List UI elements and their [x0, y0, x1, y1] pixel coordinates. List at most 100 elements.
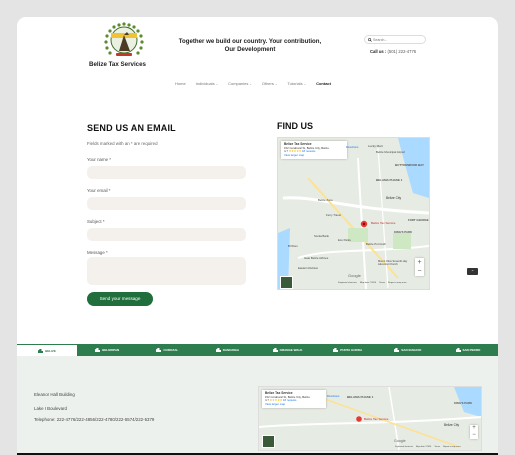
map-place: Eco Parks: [338, 238, 351, 242]
zoom-out-icon[interactable]: −: [470, 432, 478, 439]
map-place: BUTTONWOOD BAY: [395, 163, 425, 167]
nav-individuals[interactable]: Individuals⌄: [196, 81, 218, 86]
map-place: FORT GEORGE: [408, 218, 429, 222]
tab-san-ignacio[interactable]: SAN IGNACIO: [378, 344, 438, 356]
keyboard-shortcuts-link[interactable]: Keyboard shortcuts: [338, 282, 357, 284]
office-map-directions-link[interactable]: Directions: [327, 394, 339, 398]
email-section-title: SEND US AN EMAIL: [87, 123, 176, 133]
name-label: Your name *: [87, 157, 112, 162]
search-placeholder: Search...: [373, 38, 388, 42]
map-place: Bl Wom: [288, 244, 298, 248]
map-attribution: Keyboard shortcuts Map data ©2024 Terms …: [338, 282, 407, 284]
map-place: Lucky Mart: [368, 144, 383, 148]
building-icon: [272, 348, 278, 352]
tab-san-pedro[interactable]: SAN PEDRO: [438, 344, 498, 356]
chevron-down-icon: ⌄: [274, 82, 278, 86]
tab-label: SAN IGNACIO: [401, 348, 422, 352]
name-field[interactable]: [87, 166, 246, 179]
message-label: Message *: [87, 250, 108, 255]
map-place: Gate Belize Airlines: [304, 256, 329, 260]
map-place: Belize Port Auth: [366, 242, 386, 246]
office-map-attribution: Keyboard shortcuts Map data ©2024 Terms …: [395, 446, 461, 448]
location-map[interactable]: Belize Tax Service Belize Tax Service 15…: [277, 137, 430, 290]
map-place: BELAMA PHASE 1: [376, 178, 403, 182]
message-field[interactable]: [87, 257, 246, 285]
building-icon: [333, 348, 339, 352]
satellite-toggle[interactable]: [280, 276, 293, 289]
tagline: Together we build our country. Your cont…: [178, 38, 322, 53]
nav-companies-label: Companies: [228, 81, 249, 86]
building-icon: [156, 348, 162, 352]
office-building: Eleanor Hall Building: [34, 392, 75, 397]
office-google-logo: Google: [394, 439, 406, 443]
keyboard-shortcuts-link[interactable]: Keyboard shortcuts: [395, 446, 413, 448]
tab-corozal[interactable]: COROZAL: [137, 344, 197, 356]
scroll-to-top-button[interactable]: ⌃: [467, 268, 478, 275]
chevron-up-icon: ⌃: [470, 269, 475, 274]
map-data-credit: Map data ©2024: [359, 282, 377, 284]
subject-label: Subject *: [87, 219, 105, 224]
map-place: Scotia Bank: [314, 234, 329, 238]
office-map-zoom-controls: + −: [470, 425, 478, 439]
map-place: KING'S PARK: [394, 230, 413, 234]
belize-tax-services-logo[interactable]: [103, 20, 145, 64]
search-input[interactable]: Search...: [364, 35, 426, 44]
zoom-in-icon[interactable]: +: [470, 425, 478, 432]
call-us-number[interactable]: (501) 222-4776: [387, 49, 416, 54]
nav-individuals-label: Individuals: [195, 81, 215, 86]
terms-link[interactable]: Terms: [434, 446, 440, 448]
nav-tutorials[interactable]: Tutorials⌄: [287, 81, 306, 86]
pin-label: Belize Tax Service: [371, 221, 396, 225]
search-icon: [368, 38, 372, 42]
nav-home[interactable]: Home: [175, 81, 186, 86]
call-us: Call us : (501) 222-4776: [370, 49, 416, 54]
tab-label: BELIZE: [45, 348, 56, 353]
send-message-button[interactable]: Send your message: [87, 292, 153, 306]
nav-others[interactable]: Others⌄: [262, 81, 278, 86]
report-map-error-link[interactable]: Report a map error: [388, 282, 406, 284]
nav-contact[interactable]: Contact: [316, 81, 331, 86]
email-label: Your email *: [87, 188, 111, 193]
zoom-in-icon[interactable]: +: [415, 258, 424, 267]
subject-field[interactable]: [87, 228, 246, 241]
terms-link[interactable]: Terms: [379, 282, 385, 284]
main-nav: Home Individuals⌄ Companies⌄ Others⌄ Tut…: [175, 81, 331, 86]
office-pin-label: Belize Tax Service: [364, 417, 389, 421]
building-icon: [38, 348, 44, 353]
tab-orange-walk[interactable]: ORANGE WALK: [258, 344, 318, 356]
building-icon: [215, 348, 221, 352]
office-satellite-toggle[interactable]: [262, 435, 275, 448]
google-logo: Google: [348, 273, 361, 278]
required-note: Fields marked with an * are required: [87, 141, 158, 146]
tab-belize[interactable]: BELIZE: [17, 344, 78, 356]
map-place: Belize Municipal Airport: [376, 150, 406, 154]
office-map-place: BELAMA PHASE 1: [347, 395, 374, 399]
nav-others-label: Others: [261, 81, 274, 86]
map-place: Eastern Division: [298, 266, 319, 270]
map-zoom-controls: + −: [415, 258, 424, 276]
tab-dangriga[interactable]: DANGRIGA: [197, 344, 257, 356]
nav-tutorials-label: Tutorials: [287, 81, 303, 86]
email-field[interactable]: [87, 197, 246, 210]
map-place: Belize Zone: [318, 198, 333, 202]
map-place: Mount Olive Seventh-day Adventist Church: [378, 260, 408, 266]
tab-label: BELMOPAN: [102, 348, 120, 352]
zoom-out-icon[interactable]: −: [415, 267, 424, 276]
tab-label: PUNTA GORDA: [340, 348, 363, 352]
tab-punta-gorda[interactable]: PUNTA GORDA: [318, 344, 378, 356]
tab-belmopan[interactable]: BELMOPAN: [77, 344, 137, 356]
find-us-title: FIND US: [277, 121, 313, 131]
chevron-down-icon: ⌄: [215, 82, 219, 86]
office-panel: Eleanor Hall Building Lake I Boulevard T…: [17, 356, 498, 453]
map-directions-link[interactable]: Directions: [346, 145, 358, 149]
nav-companies[interactable]: Companies⌄: [228, 81, 252, 86]
tab-label: DANGRIGA: [222, 348, 240, 352]
office-view-larger-map-link[interactable]: View larger map: [265, 402, 285, 406]
tab-label: ORANGE WALK: [279, 348, 303, 352]
report-map-error-link[interactable]: Report a map error: [443, 446, 461, 448]
office-map[interactable]: Belize Tax Service Belize Tax Service 15…: [258, 386, 482, 451]
building-icon: [95, 348, 101, 352]
view-larger-map-link[interactable]: View larger map: [284, 153, 304, 157]
map-info-card: Belize Tax Service 152 Coraboral St, Bel…: [281, 141, 347, 160]
page: Belize Tax Services Together we build ou…: [17, 17, 498, 455]
